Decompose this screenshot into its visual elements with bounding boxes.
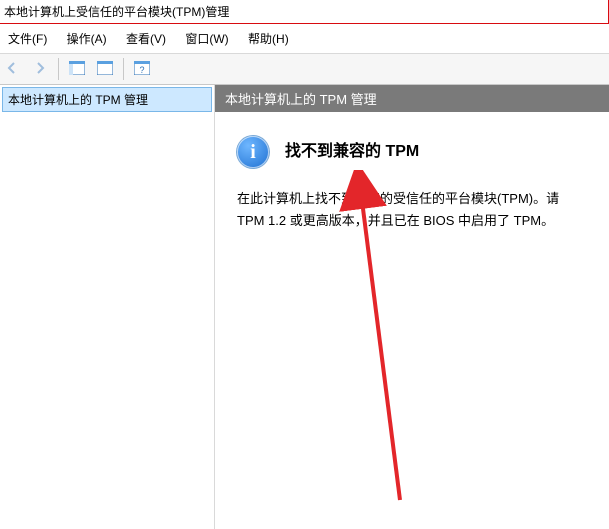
info-icon: i [237,136,269,168]
menu-view[interactable]: 查看(V) [118,28,174,49]
content-pane: 本地计算机上的 TPM 管理 i 找不到兼容的 TPM 在此计算机上找不到兼容的… [215,85,609,529]
tree-pane: 本地计算机上的 TPM 管理 [0,85,215,529]
status-heading: 找不到兼容的 TPM [285,138,419,165]
window-title-text: 本地计算机上受信任的平台模块(TPM)管理 [4,5,229,19]
toolbar-button-3[interactable]: ? [130,57,154,81]
help-icon: ? [134,61,150,78]
tree-root-label: 本地计算机上的 TPM 管理 [8,93,148,107]
nav-back-button [0,57,24,81]
pane-body: i 找不到兼容的 TPM 在此计算机上找不到兼容的受信任的平台模块(TPM)。请… [215,112,609,529]
menu-action[interactable]: 操作(A) [59,28,115,49]
toolbar-button-2[interactable] [93,57,117,81]
menu-window[interactable]: 窗口(W) [177,28,236,49]
menu-help[interactable]: 帮助(H) [240,28,297,49]
panel-icon [69,61,85,78]
status-body-line2: TPM 1.2 或更高版本，并且已在 BIOS 中启用了 TPM。 [237,210,587,232]
nav-forward-button [28,57,52,81]
toolbar: ? [0,54,609,85]
svg-text:?: ? [139,65,144,75]
menubar: 文件(F) 操作(A) 查看(V) 窗口(W) 帮助(H) [0,24,609,54]
main-split: 本地计算机上的 TPM 管理 本地计算机上的 TPM 管理 i 找不到兼容的 T… [0,85,609,529]
arrow-left-icon [5,61,19,78]
pane-header: 本地计算机上的 TPM 管理 [215,85,609,112]
window-title: 本地计算机上受信任的平台模块(TPM)管理 [0,0,609,24]
status-body-line1: 在此计算机上找不到兼容的受信任的平台模块(TPM)。请 [237,188,587,210]
menu-file[interactable]: 文件(F) [0,28,55,49]
tree-root-node[interactable]: 本地计算机上的 TPM 管理 [2,87,212,112]
toolbar-separator [58,58,59,80]
toolbar-separator [123,58,124,80]
info-icon-glyph: i [250,135,256,169]
window-icon [97,61,113,78]
status-heading-row: i 找不到兼容的 TPM [237,136,587,168]
toolbar-button-1[interactable] [65,57,89,81]
arrow-right-icon [33,61,47,78]
pane-header-text: 本地计算机上的 TPM 管理 [225,92,377,107]
